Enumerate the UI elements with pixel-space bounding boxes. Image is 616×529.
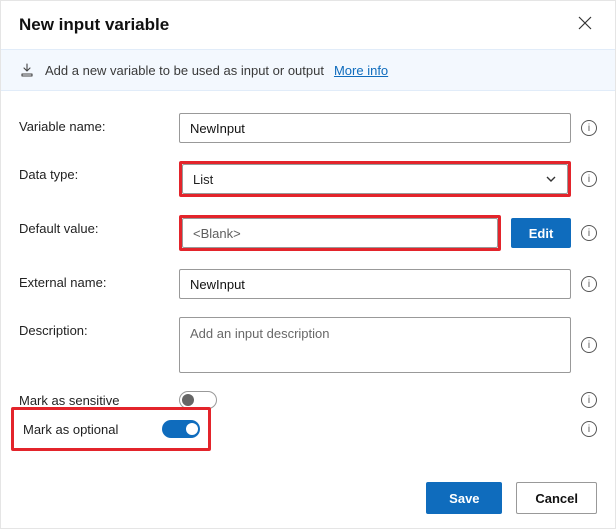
info-icon[interactable]: i — [581, 171, 597, 187]
info-icon[interactable]: i — [581, 337, 597, 353]
dialog-title: New input variable — [19, 15, 169, 35]
import-icon — [19, 62, 35, 78]
info-icon[interactable]: i — [581, 392, 597, 408]
label-description: Description: — [19, 317, 179, 338]
edit-button[interactable]: Edit — [511, 218, 571, 248]
row-data-type: Data type: List i — [19, 161, 597, 197]
chevron-down-icon — [545, 173, 557, 185]
data-type-select[interactable]: List — [182, 164, 568, 194]
mark-optional-toggle[interactable] — [162, 420, 200, 438]
description-input[interactable]: Add an input description — [179, 317, 571, 373]
dialog-header: New input variable — [1, 1, 615, 49]
cancel-button[interactable]: Cancel — [516, 482, 597, 514]
more-info-link[interactable]: More info — [334, 63, 388, 78]
info-icon[interactable]: i — [581, 225, 597, 241]
label-external-name: External name: — [19, 269, 179, 290]
info-bar: Add a new variable to be used as input o… — [1, 49, 615, 91]
label-data-type: Data type: — [19, 161, 179, 182]
variable-name-input[interactable] — [179, 113, 571, 143]
data-type-value: List — [193, 172, 213, 187]
row-external-name: External name: i — [19, 269, 597, 299]
info-icon[interactable]: i — [581, 276, 597, 292]
info-icon[interactable]: i — [581, 421, 597, 437]
dialog-footer: Save Cancel — [426, 482, 597, 514]
row-description: Description: Add an input description i — [19, 317, 597, 373]
new-input-variable-dialog: New input variable Add a new variable to… — [0, 0, 616, 529]
info-bar-text: Add a new variable to be used as input o… — [45, 63, 324, 78]
row-variable-name: Variable name: i — [19, 113, 597, 143]
external-name-input[interactable] — [179, 269, 571, 299]
default-value-field[interactable]: <Blank> — [182, 218, 498, 248]
row-default-value: Default value: <Blank> Edit i — [19, 215, 597, 251]
label-mark-sensitive: Mark as sensitive — [19, 393, 179, 408]
info-icon[interactable]: i — [581, 120, 597, 136]
default-value-text: <Blank> — [193, 226, 241, 241]
label-default-value: Default value: — [19, 215, 179, 236]
close-icon[interactable] — [577, 15, 597, 35]
label-mark-optional: Mark as optional — [23, 422, 118, 437]
row-mark-optional: Mark as optional — [11, 407, 211, 451]
label-variable-name: Variable name: — [19, 113, 179, 134]
save-button[interactable]: Save — [426, 482, 502, 514]
